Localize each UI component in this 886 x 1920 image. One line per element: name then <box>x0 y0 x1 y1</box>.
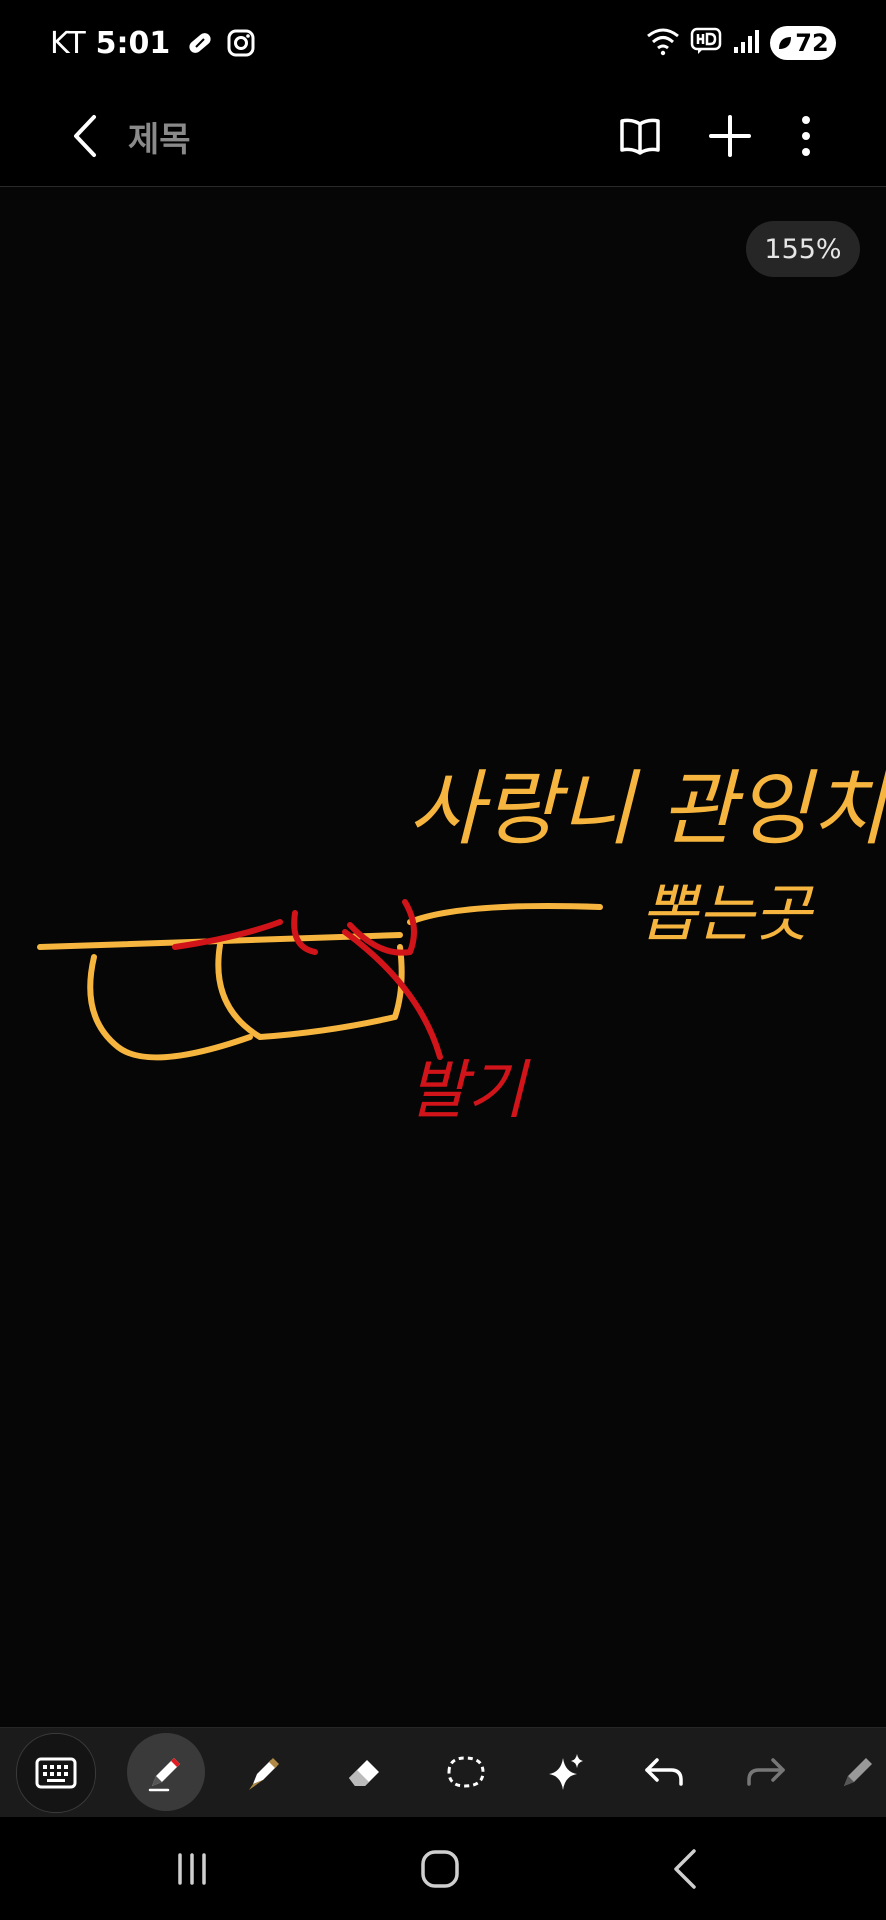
pen-icon <box>148 1758 180 1792</box>
keyboard-icon <box>35 1757 77 1789</box>
pill-icon <box>184 27 216 59</box>
wifi-icon <box>646 26 680 60</box>
highlighter-icon <box>249 1758 279 1790</box>
recents-icon <box>178 1853 206 1885</box>
status-bar: KT 5:01 72 <box>0 0 886 86</box>
pencil-tool-button[interactable] <box>826 1733 886 1811</box>
hd-voice-icon <box>690 26 722 60</box>
pen-tool-button[interactable] <box>127 1733 205 1811</box>
ai-assist-button[interactable] <box>526 1733 604 1811</box>
chevron-left-icon <box>74 115 96 157</box>
home-icon <box>421 1850 459 1888</box>
drawing-toolbar <box>0 1727 886 1818</box>
sparkle-icon <box>549 1754 583 1790</box>
status-left: KT 5:01 <box>50 20 266 66</box>
leaf-icon <box>779 37 792 49</box>
lasso-tool-button[interactable] <box>426 1733 504 1811</box>
app-bar: 제목 <box>0 86 886 187</box>
keyboard-button[interactable] <box>16 1733 96 1813</box>
signal-icon <box>732 27 760 59</box>
reading-mode-button[interactable] <box>610 106 670 166</box>
more-options-button[interactable] <box>776 106 836 166</box>
more-vertical-icon <box>802 116 810 156</box>
note-title[interactable]: 제목 <box>128 112 191 161</box>
pencil-icon <box>844 1758 872 1786</box>
system-nav-bar <box>0 1817 886 1920</box>
undo-button[interactable] <box>626 1733 704 1811</box>
handwriting-label-extraction-site: 뽑는곳 <box>640 877 814 950</box>
recents-button[interactable] <box>152 1837 232 1901</box>
handwriting-ink: 사랑니 관잉치 뽑는곳 발기 <box>37 762 886 1128</box>
drawing-canvas[interactable]: 155% 사랑니 관잉치 뽑는곳 발기 <box>0 187 886 1727</box>
eraser-icon <box>349 1760 379 1786</box>
handwriting-label-wisdom-tooth: 사랑니 관잉치 <box>408 762 886 857</box>
back-button[interactable] <box>56 106 116 166</box>
back-icon <box>674 1849 696 1889</box>
redo-button[interactable] <box>726 1733 804 1811</box>
home-button[interactable] <box>400 1837 480 1901</box>
highlighter-tool-button[interactable] <box>226 1733 304 1811</box>
instagram-icon <box>226 28 256 58</box>
battery-level: 72 <box>795 29 829 57</box>
book-icon <box>620 118 660 155</box>
lasso-icon <box>447 1756 485 1788</box>
carrier: KT <box>50 25 86 61</box>
system-back-button[interactable] <box>646 1837 726 1901</box>
status-right: 72 <box>646 22 836 64</box>
redo-icon <box>747 1758 785 1786</box>
handwriting-label-red-note: 발기 <box>408 1054 531 1128</box>
add-page-button[interactable] <box>700 106 760 166</box>
plus-icon <box>709 115 751 157</box>
undo-icon <box>645 1758 683 1786</box>
clock: 5:01 <box>95 25 171 61</box>
eraser-tool-button[interactable] <box>326 1733 404 1811</box>
battery-indicator: 72 <box>770 26 836 60</box>
